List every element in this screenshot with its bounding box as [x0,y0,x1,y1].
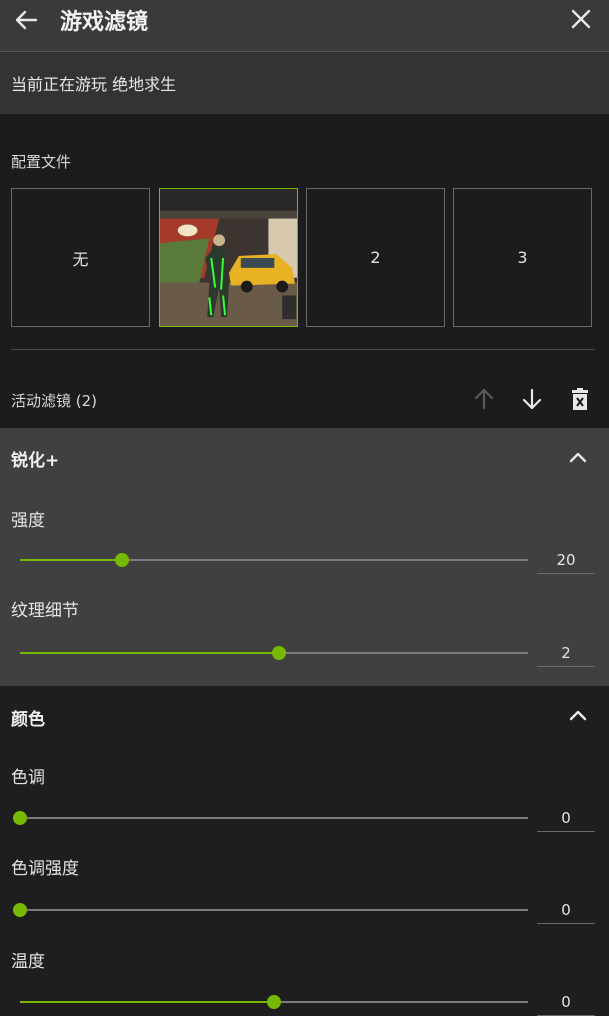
slider-thumb[interactable] [114,553,129,567]
profile-tile-3[interactable]: 3 [453,188,592,327]
tint-intensity-slider[interactable] [13,903,528,917]
filter-panel-sharpen: 锐化+ 强度 20 纹理细节 2 [0,428,609,686]
profile-tile-label: 无 [72,249,89,269]
chevron-up-icon[interactable] [566,446,590,470]
filter-panel-color: 颜色 色调 0 色调强度 0 温度 0 [0,686,609,1016]
strength-value[interactable]: 20 [537,547,595,574]
tint-slider[interactable] [13,811,528,825]
texture-detail-slider[interactable] [20,646,528,660]
arrow-up-icon[interactable] [471,386,497,412]
slider-fill [20,559,122,561]
close-icon[interactable] [568,6,594,32]
profiles-label: 配置文件 [11,153,72,171]
temperature-value[interactable]: 0 [537,989,595,1016]
delete-icon[interactable] [567,386,593,412]
strength-slider[interactable] [20,553,528,567]
param-label-tint-intensity: 色调强度 [11,859,79,879]
profile-tile-label: 2 [370,248,381,267]
now-playing-text: 当前正在游玩 绝地求生 [11,75,177,94]
slider-fill [20,652,280,654]
slider-thumb[interactable] [13,811,27,825]
temperature-slider[interactable] [20,995,528,1009]
active-filters-label: 活动滤镜 (2) [11,392,98,410]
back-arrow-icon[interactable] [12,6,40,34]
slider-thumb[interactable] [267,995,281,1009]
profile-tile-1[interactable] [159,188,298,327]
tint-intensity-value[interactable]: 0 [537,897,595,924]
param-label-temperature: 温度 [11,952,45,972]
param-label-tint: 色调 [11,768,45,788]
now-playing-banner: 当前正在游玩 绝地求生 [0,52,609,114]
profile-tile-2[interactable]: 2 [306,188,445,327]
profile-tile-none[interactable]: 无 [11,188,150,327]
arrow-down-icon[interactable] [519,386,545,412]
param-label-texture-detail: 纹理细节 [11,601,79,621]
param-label-strength: 强度 [11,511,45,531]
slider-thumb[interactable] [13,903,27,917]
filter-title: 颜色 [11,710,45,730]
slider-fill [20,1001,274,1003]
slider-thumb[interactable] [272,646,287,660]
chevron-up-icon[interactable] [566,704,590,728]
filter-title: 锐化+ [11,451,60,471]
texture-detail-value[interactable]: 2 [537,640,595,667]
page-title: 游戏滤镜 [60,10,149,35]
tint-value[interactable]: 0 [537,805,595,832]
header-bar: 游戏滤镜 [0,0,609,52]
section-divider [11,349,595,350]
profile-tile-label: 3 [517,248,528,267]
profile-thumbnail-image [160,189,297,326]
